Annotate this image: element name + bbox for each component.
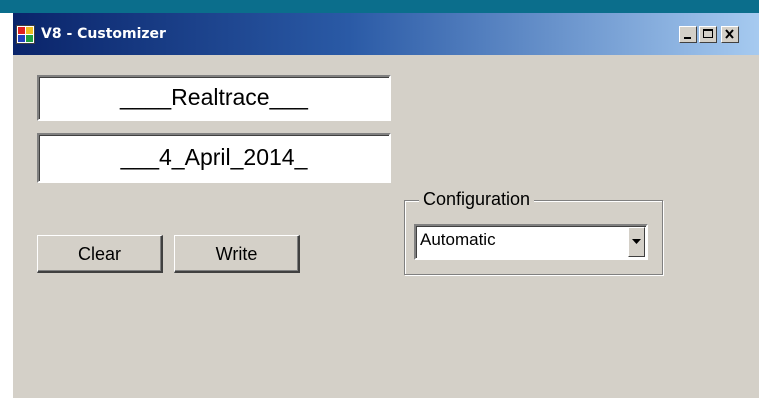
minimize-button[interactable] [679,26,697,43]
configuration-dropdown-button[interactable] [628,227,645,257]
configuration-group: Configuration Automatic [404,188,663,275]
customizer-window: V8 - Customizer ____Realtrace___ ___4_Ap… [11,13,759,398]
desktop-background-strip [0,0,759,13]
clear-button[interactable]: Clear [37,235,163,273]
close-button[interactable] [721,26,739,43]
maximize-icon [703,29,713,38]
name-field[interactable]: ____Realtrace___ [37,75,391,121]
screenshot-root: V8 - Customizer ____Realtrace___ ___4_Ap… [0,0,759,398]
title-bar[interactable]: V8 - Customizer [13,13,759,55]
app-window-icon [16,25,35,44]
chevron-down-icon [632,239,641,244]
window-title: V8 - Customizer [41,26,166,42]
configuration-selected-value: Automatic [420,230,496,249]
configuration-group-label: Configuration [419,188,535,210]
maximize-button[interactable] [699,26,717,43]
close-icon [725,29,734,39]
minimize-icon [684,37,691,39]
date-field[interactable]: ___4_April_2014_ [37,133,391,183]
write-button[interactable]: Write [174,235,300,273]
configuration-select[interactable]: Automatic [414,224,648,260]
